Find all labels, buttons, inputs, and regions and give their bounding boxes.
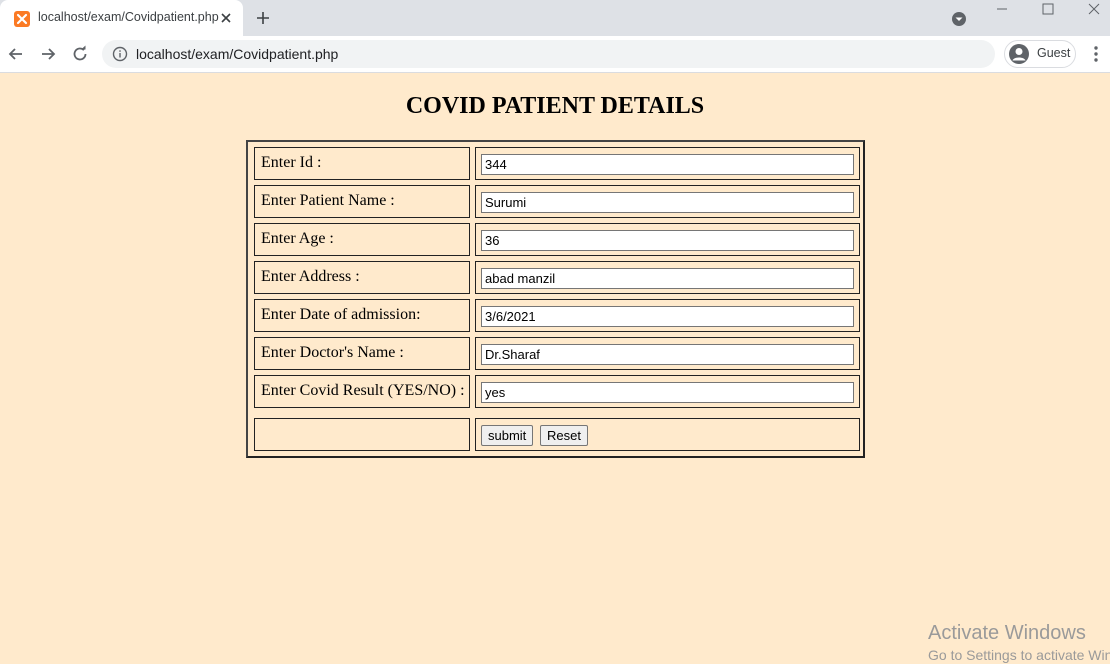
label-cell: Enter Address : <box>254 261 470 294</box>
admission-date-input[interactable] <box>481 306 854 327</box>
submit-button[interactable]: submit <box>481 425 534 446</box>
input-cell <box>475 185 860 218</box>
browser-toolbar: localhost/exam/Covidpatient.php Guest <box>0 36 1110 73</box>
age-input[interactable] <box>481 230 854 251</box>
window-close-icon[interactable] <box>1087 2 1101 16</box>
watermark-subtitle: Go to Settings to activate Windows. <box>928 647 1110 663</box>
forward-arrow-icon[interactable] <box>38 44 58 64</box>
info-icon[interactable] <box>112 46 128 62</box>
avatar-icon <box>1008 43 1030 65</box>
activate-windows-watermark: Activate Windows Go to Settings to activ… <box>928 622 1110 663</box>
reset-button[interactable]: Reset <box>540 425 588 446</box>
back-arrow-icon[interactable] <box>6 44 26 64</box>
age-label: Enter Age : <box>261 230 334 247</box>
label-cell: Enter Date of admission: <box>254 299 470 332</box>
tab-search-icon[interactable] <box>951 11 967 27</box>
address-label: Enter Address : <box>261 268 360 285</box>
input-cell <box>475 299 860 332</box>
admission-date-label: Enter Date of admission: <box>261 306 421 323</box>
browser-tab[interactable]: localhost/exam/Covidpatient.php <box>0 0 243 36</box>
tab-title: localhost/exam/Covidpatient.php <box>38 10 219 24</box>
button-cell: submit Reset <box>475 418 860 451</box>
label-cell: Enter Age : <box>254 223 470 256</box>
more-menu-icon[interactable] <box>1088 44 1104 64</box>
patient-form-table: Enter Id : Enter Patient Name : Enter Ag… <box>246 140 865 458</box>
url-text: localhost/exam/Covidpatient.php <box>136 46 339 62</box>
watermark-title: Activate Windows <box>928 622 1086 644</box>
new-tab-icon[interactable] <box>255 10 271 26</box>
covid-result-label: Enter Covid Result (YES/NO) : <box>261 382 465 399</box>
covid-result-input[interactable] <box>481 382 854 403</box>
input-cell <box>475 223 860 256</box>
xampp-favicon-icon <box>14 11 30 27</box>
patient-name-label: Enter Patient Name : <box>261 192 395 209</box>
label-cell: Enter Id : <box>254 147 470 180</box>
minimize-icon[interactable] <box>994 2 1010 14</box>
input-cell <box>475 375 860 408</box>
page-title: COVID PATIENT DETAILS <box>405 93 705 119</box>
maximize-icon[interactable] <box>1041 2 1055 16</box>
label-cell: Enter Doctor's Name : <box>254 337 470 370</box>
empty-cell <box>254 418 470 451</box>
id-label: Enter Id : <box>261 154 322 171</box>
profile-label: Guest <box>1037 46 1071 60</box>
profile-button[interactable]: Guest <box>1004 40 1076 68</box>
reload-icon[interactable] <box>70 44 90 64</box>
patient-name-input[interactable] <box>481 192 854 213</box>
id-input[interactable] <box>481 154 854 175</box>
label-cell: Enter Patient Name : <box>254 185 470 218</box>
tab-strip: localhost/exam/Covidpatient.php <box>0 0 1110 36</box>
address-bar[interactable]: localhost/exam/Covidpatient.php <box>102 40 995 68</box>
doctor-name-label: Enter Doctor's Name : <box>261 344 404 361</box>
close-tab-icon[interactable] <box>218 10 234 26</box>
label-cell: Enter Covid Result (YES/NO) : <box>254 375 470 408</box>
input-cell <box>475 337 860 370</box>
input-cell <box>475 147 860 180</box>
input-cell <box>475 261 860 294</box>
doctor-name-input[interactable] <box>481 344 854 365</box>
address-input[interactable] <box>481 268 854 289</box>
